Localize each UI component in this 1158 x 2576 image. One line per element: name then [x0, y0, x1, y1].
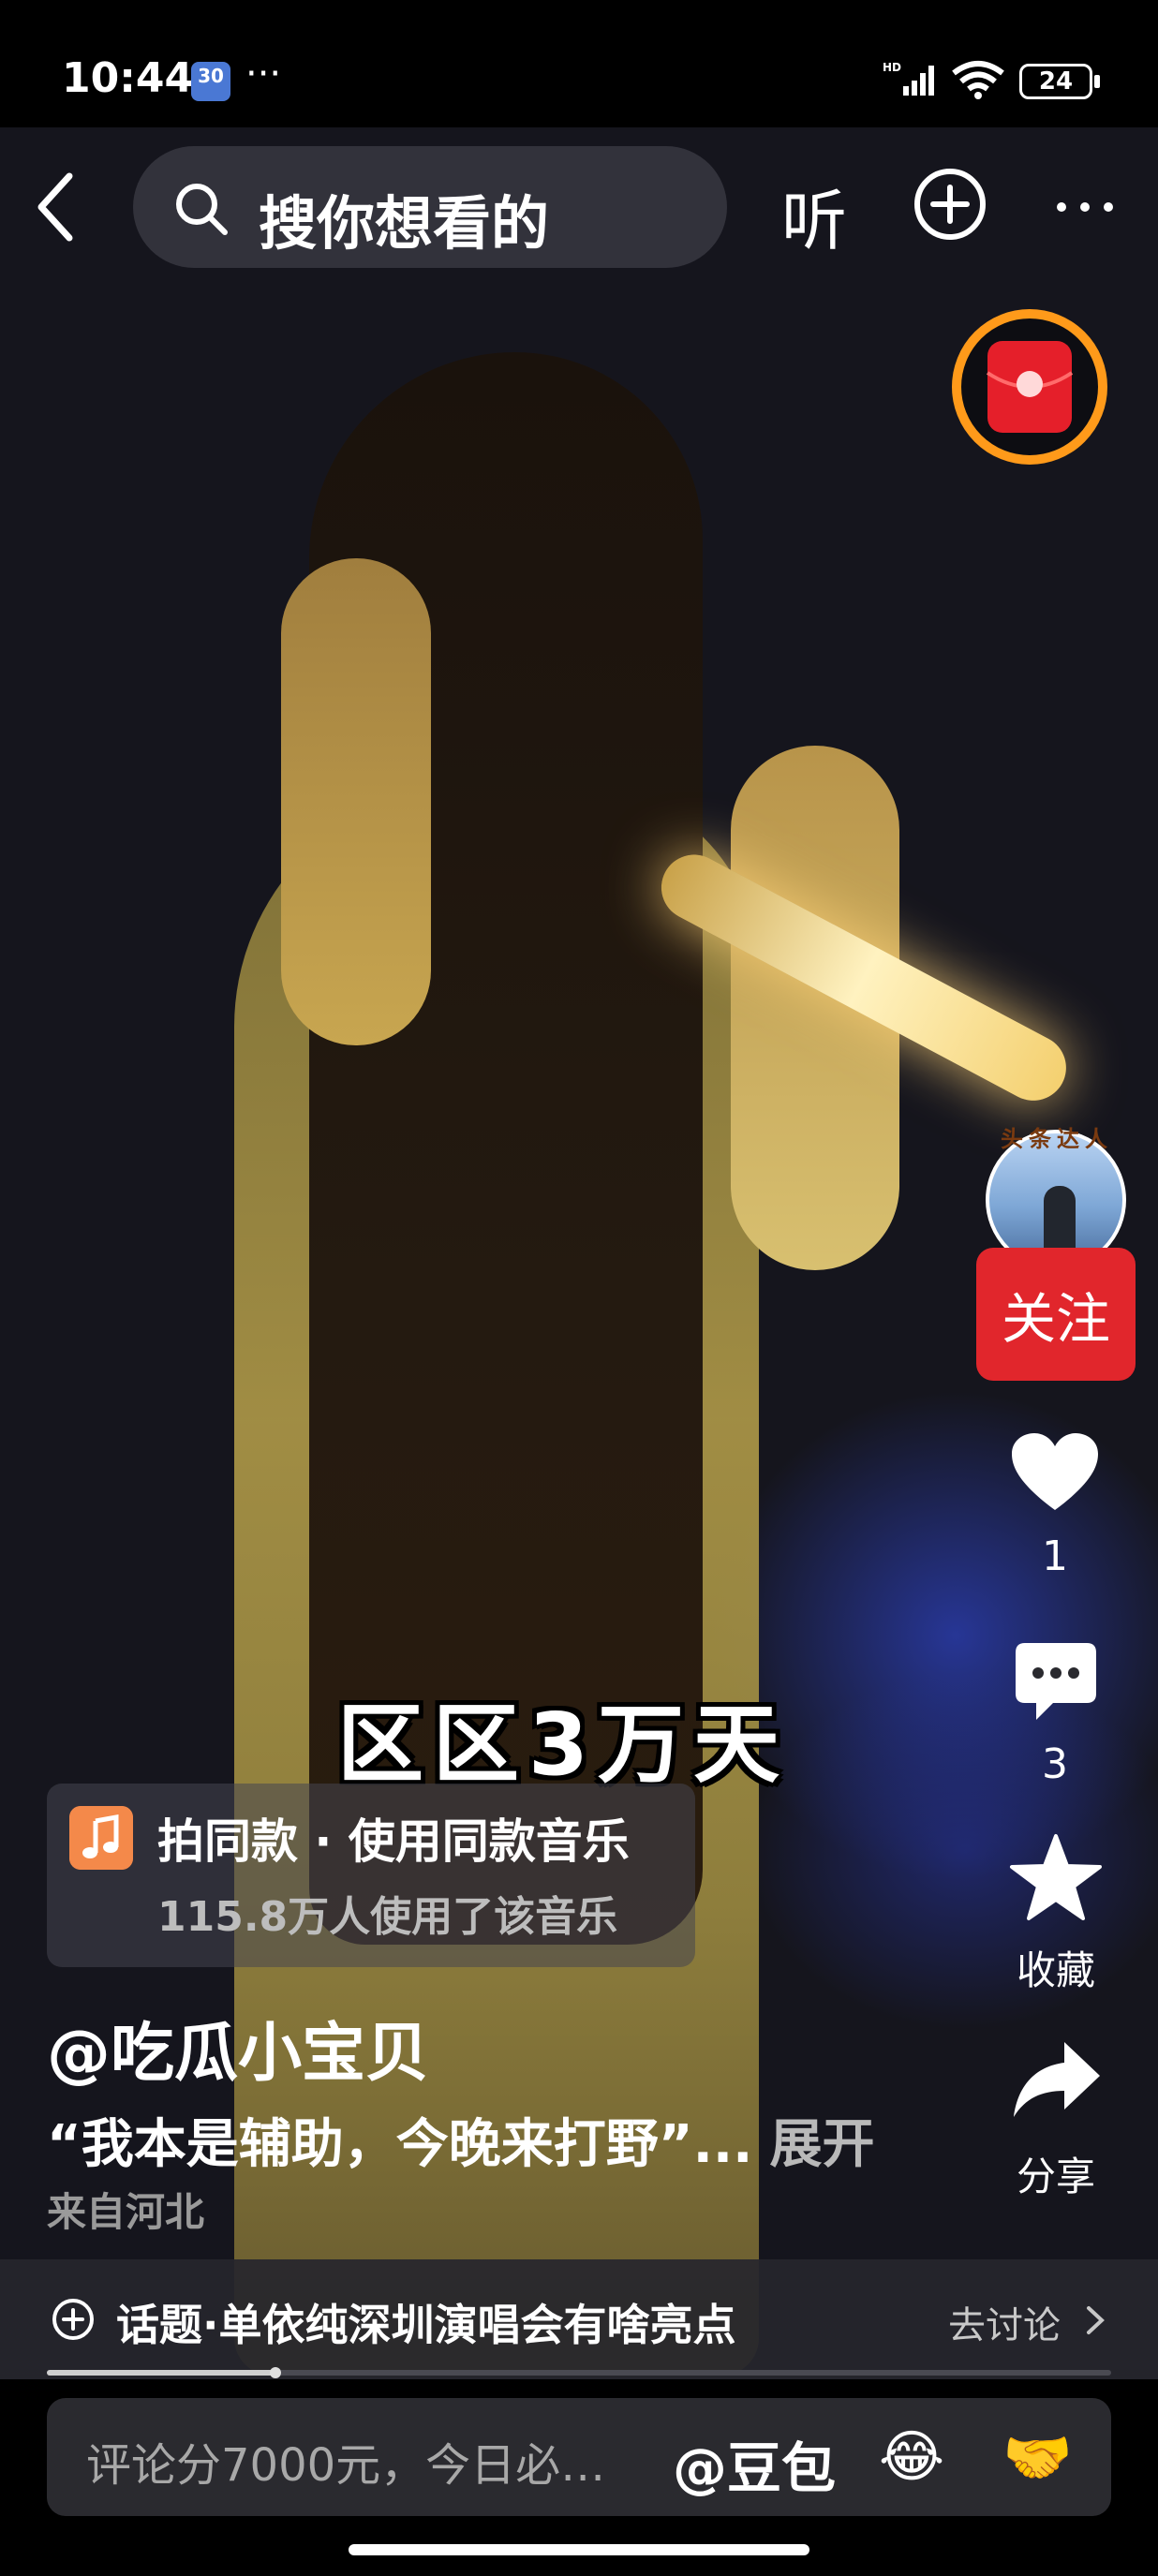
follow-button[interactable]: 关注 [976, 1248, 1136, 1381]
video-subtitle: 区区3万天 [337, 1695, 790, 1795]
status-time: 10:44 [62, 54, 194, 102]
bottom-bar: 评论分7000元，今日必… @豆包 😂 🤝 [0, 2379, 1158, 2576]
status-bar: 10:44 30 ··· HD 24 [0, 0, 1158, 127]
discuss-link[interactable]: 去讨论 [948, 2295, 1061, 2349]
topic-bar[interactable]: 话题·单依纯深圳演唱会有啥亮点 去讨论 [0, 2259, 1158, 2379]
music-card[interactable]: 拍同款 · 使用同款音乐 115.8万人使用了该音乐 [47, 1784, 695, 1967]
music-note-icon [69, 1806, 133, 1870]
search-icon [176, 184, 228, 235]
heart-icon[interactable] [1010, 1431, 1100, 1514]
calendar-icon: 30 [191, 62, 230, 101]
music-title: 拍同款 · 使用同款音乐 [157, 1814, 630, 1869]
add-icon[interactable] [913, 167, 987, 242]
search-input[interactable]: 搜你想看的 [133, 146, 727, 268]
handshake-emoji-icon[interactable]: 🤝 [1002, 2424, 1073, 2491]
creator-badge: 头条达人 [1001, 1126, 1113, 1152]
search-placeholder: 搜你想看的 [259, 189, 550, 258]
comment-input[interactable]: 评论分7000元，今日必… @豆包 😂 🤝 [47, 2398, 1111, 2516]
share-icon[interactable] [1010, 2038, 1104, 2121]
comment-count: 3 [1042, 1740, 1068, 1788]
share-label: 分享 [1016, 2154, 1095, 2199]
mention-button[interactable]: @豆包 [673, 2424, 836, 2503]
home-indicator[interactable] [349, 2544, 809, 2555]
topic-add-icon [52, 2299, 94, 2340]
more-icon[interactable] [1055, 200, 1115, 214]
cellular-signal-icon: HD [883, 61, 934, 96]
comment-placeholder: 评论分7000元，今日必… [86, 2439, 606, 2492]
svg-text:HD: HD [883, 61, 901, 74]
topic-text: 话题·单依纯深圳演唱会有啥亮点 [116, 2300, 736, 2350]
battery-icon: 24 [1019, 64, 1092, 99]
star-icon[interactable] [1008, 1832, 1104, 1924]
chevron-right-icon [1087, 2306, 1105, 2334]
singer-arm [281, 558, 431, 1045]
post-caption: “我本是辅助，今晚来打野”... 展开 [47, 2102, 874, 2178]
caption-text: “我本是辅助，今晚来打野”... [47, 2114, 753, 2175]
video-progress-bar[interactable] [47, 2367, 1111, 2378]
expand-link[interactable]: 展开 [769, 2114, 874, 2175]
author-name[interactable]: @吃瓜小宝贝 [47, 2001, 429, 2094]
progress-fill [47, 2370, 276, 2376]
back-icon[interactable] [32, 169, 79, 245]
listen-button[interactable]: 听 [781, 169, 847, 263]
wifi-icon [952, 61, 1004, 99]
laugh-emoji-icon[interactable]: 😂 [879, 2424, 944, 2490]
battery-tip [1094, 75, 1100, 88]
music-usage: 115.8万人使用了该音乐 [157, 1893, 618, 1941]
comment-icon[interactable] [1012, 1639, 1100, 1725]
like-count: 1 [1042, 1532, 1068, 1580]
post-location: 来自河北 [47, 2189, 205, 2235]
favorite-label: 收藏 [1016, 1947, 1095, 1993]
notification-dots: ··· [245, 52, 282, 96]
redpacket-icon[interactable] [950, 307, 1109, 466]
